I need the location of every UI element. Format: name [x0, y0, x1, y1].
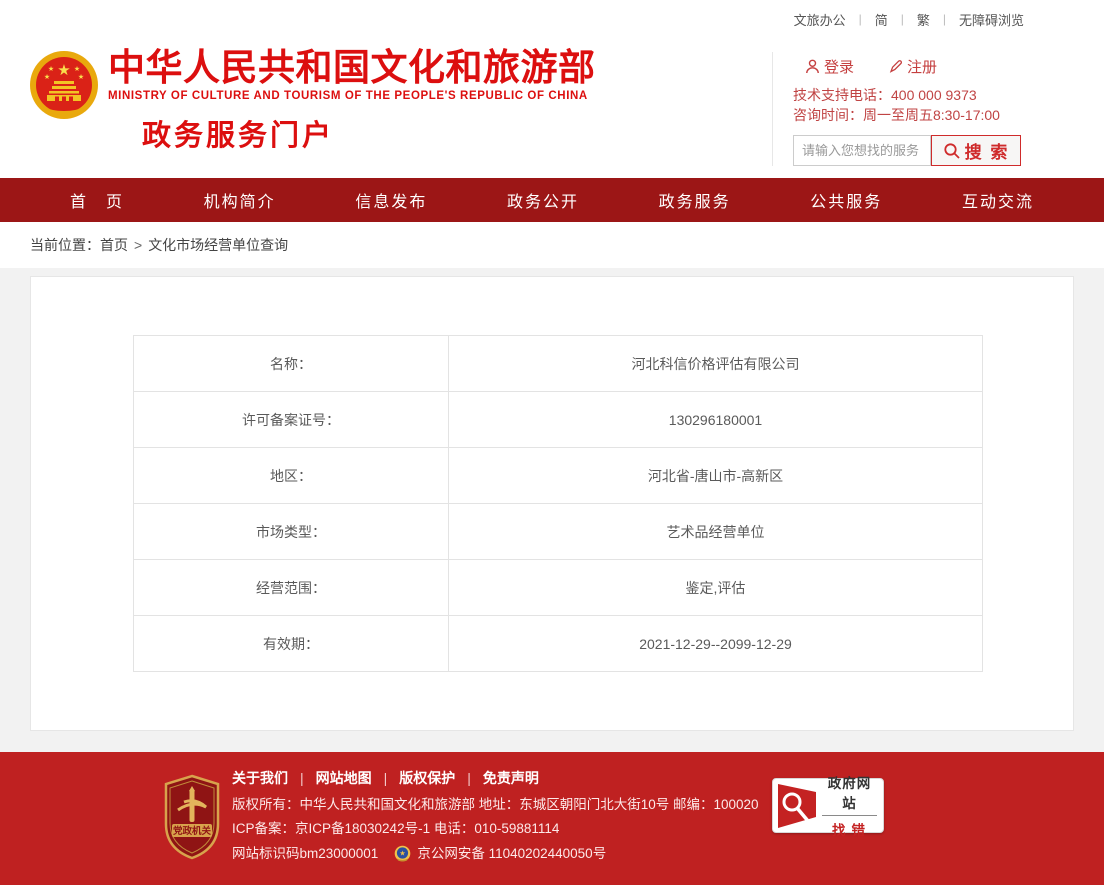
row-value: 130296180001 — [449, 392, 983, 448]
result-panel: 名称： 河北科信价格评估有限公司 许可备案证号： 130296180001 地区… — [30, 276, 1074, 731]
row-value: 河北科信价格评估有限公司 — [449, 336, 983, 392]
gov-site-error-report-badge[interactable]: 政府网站 找错 — [772, 778, 884, 833]
site-header: ★ ★ ★ ★ ★ 中华人民共和国文化和旅游部 MINISTRY OF CULT… — [0, 38, 1104, 178]
svg-text:★: ★ — [57, 62, 70, 79]
error-badge-title: 政府网站 — [822, 772, 877, 816]
footer-link-about[interactable]: 关于我们 — [232, 768, 288, 788]
error-badge-text: 政府网站 找错 — [822, 772, 877, 839]
search-input[interactable] — [793, 135, 931, 166]
separator: | — [943, 12, 946, 26]
portal-subtitle: 政务服务门户 — [142, 112, 596, 154]
title-block: 中华人民共和国文化和旅游部 MINISTRY OF CULTURE AND TO… — [108, 48, 596, 154]
table-row: 有效期： 2021-12-29--2099-12-29 — [134, 616, 983, 672]
main-nav: 首 页 机构简介 信息发布 政务公开 政务服务 公共服务 互动交流 — [0, 178, 1104, 222]
register-link[interactable]: 注册 — [888, 56, 937, 77]
svg-text:★: ★ — [78, 73, 84, 81]
detail-table: 名称： 河北科信价格评估有限公司 许可备案证号： 130296180001 地区… — [133, 335, 983, 672]
topbar-link-traditional[interactable]: 繁 — [917, 10, 930, 29]
login-label: 登录 — [824, 56, 854, 77]
content-area: 名称： 河北科信价格评估有限公司 许可备案证号： 130296180001 地区… — [0, 268, 1104, 752]
nav-item-gov-disclosure[interactable]: 政务公开 — [507, 188, 579, 212]
site-identifier-code: 网站标识码bm23000001 — [232, 846, 378, 861]
search-icon — [943, 142, 961, 160]
register-label: 注册 — [907, 56, 937, 77]
nav-item-gov-services[interactable]: 政务服务 — [659, 188, 731, 212]
row-label: 经营范围： — [134, 560, 449, 616]
row-label: 地区： — [134, 448, 449, 504]
svg-text:★: ★ — [48, 65, 54, 73]
breadcrumb: 当前位置： 首页 > 文化市场经营单位查询 — [0, 222, 1104, 268]
table-row: 许可备案证号： 130296180001 — [134, 392, 983, 448]
footer-copyright-line: 版权所有：中华人民共和国文化和旅游部 地址：东城区朝阳门北大街10号 邮编：10… — [232, 797, 759, 812]
support-phone: 技术支持电话：400 000 9373 — [793, 85, 1072, 105]
pen-icon — [888, 59, 903, 74]
auth-row: 登录 注册 — [805, 56, 1072, 77]
footer-link-copyright[interactable]: 版权保护 — [399, 768, 455, 788]
footer-links: 关于我们 | 网站地图 | 版权保护 | 免责声明 — [232, 768, 759, 788]
police-badge-icon: ★ — [394, 845, 411, 862]
separator: | — [467, 770, 471, 786]
row-label: 有效期： — [134, 616, 449, 672]
error-report-flag-icon — [777, 783, 817, 829]
svg-text:★: ★ — [400, 850, 406, 858]
row-label: 许可备案证号： — [134, 392, 449, 448]
table-row: 名称： 河北科信价格评估有限公司 — [134, 336, 983, 392]
national-emblem-logo: ★ ★ ★ ★ ★ — [28, 50, 100, 120]
footer-record-line: 网站标识码bm23000001 ★ 京公网安备 11040202440050号 — [232, 845, 759, 862]
row-value: 2021-12-29--2099-12-29 — [449, 616, 983, 672]
site-title: 中华人民共和国文化和旅游部 — [108, 48, 596, 88]
topbar-link-simplified[interactable]: 简 — [875, 10, 888, 29]
table-row: 经营范围： 鉴定,评估 — [134, 560, 983, 616]
row-label: 市场类型： — [134, 504, 449, 560]
footer-link-disclaimer[interactable]: 免责声明 — [483, 768, 539, 788]
topbar-links: 文旅办公 | 简 | 繁 | 无障碍浏览 — [794, 10, 1024, 29]
service-hours: 咨询时间：周一至周五8:30-17:00 — [793, 105, 1072, 125]
nav-item-interaction[interactable]: 互动交流 — [962, 188, 1034, 212]
svg-text:★: ★ — [74, 65, 80, 73]
nav-item-about[interactable]: 机构简介 — [204, 188, 276, 212]
search-bar: 搜 索 — [793, 135, 1072, 166]
separator: | — [300, 770, 304, 786]
svg-text:★: ★ — [44, 73, 50, 81]
table-row: 市场类型： 艺术品经营单位 — [134, 504, 983, 560]
footer-text: 关于我们 | 网站地图 | 版权保护 | 免责声明 版权所有：中华人民共和国文化… — [232, 768, 759, 862]
nav-item-public-services[interactable]: 公共服务 — [810, 188, 882, 212]
nav-item-news[interactable]: 信息发布 — [355, 188, 427, 212]
user-icon — [805, 59, 820, 74]
breadcrumb-separator: > — [134, 237, 142, 253]
site-footer: 党政机关 关于我们 | 网站地图 | 版权保护 | 免责声明 版权所有：中华人民… — [0, 752, 1104, 885]
error-badge-subtitle: 找错 — [822, 816, 877, 839]
footer-link-sitemap[interactable]: 网站地图 — [316, 768, 372, 788]
police-record-link[interactable]: 京公网安备 11040202440050号 — [417, 846, 606, 861]
header-utility-panel: 登录 注册 技术支持电话：400 000 9373 咨询时间：周一至周五8:30… — [772, 52, 1072, 166]
breadcrumb-current: 文化市场经营单位查询 — [148, 235, 288, 255]
breadcrumb-home-link[interactable]: 首页 — [100, 235, 128, 255]
party-government-emblem: 党政机关 — [162, 774, 222, 860]
emblem-label: 党政机关 — [173, 825, 212, 837]
topbar-link-office[interactable]: 文旅办公 — [794, 10, 846, 29]
search-button-label: 搜 索 — [965, 138, 1010, 163]
site-title-english: MINISTRY OF CULTURE AND TOURISM OF THE P… — [108, 90, 596, 102]
separator: | — [384, 770, 388, 786]
row-value: 艺术品经营单位 — [449, 504, 983, 560]
nav-item-home[interactable]: 首 页 — [70, 188, 124, 212]
separator: | — [901, 12, 904, 26]
table-row: 地区： 河北省-唐山市-高新区 — [134, 448, 983, 504]
topbar-link-accessibility[interactable]: 无障碍浏览 — [959, 10, 1024, 29]
row-value: 河北省-唐山市-高新区 — [449, 448, 983, 504]
footer-icp-line: ICP备案：京ICP备18030242号-1 电话：010-59881114 — [232, 821, 759, 836]
row-value: 鉴定,评估 — [449, 560, 983, 616]
search-button[interactable]: 搜 索 — [931, 135, 1021, 166]
row-label: 名称： — [134, 336, 449, 392]
login-link[interactable]: 登录 — [805, 56, 854, 77]
top-utility-bar: 文旅办公 | 简 | 繁 | 无障碍浏览 — [0, 0, 1104, 38]
breadcrumb-prefix: 当前位置： — [30, 235, 100, 255]
brand: ★ ★ ★ ★ ★ 中华人民共和国文化和旅游部 MINISTRY OF CULT… — [28, 48, 596, 154]
separator: | — [859, 12, 862, 26]
